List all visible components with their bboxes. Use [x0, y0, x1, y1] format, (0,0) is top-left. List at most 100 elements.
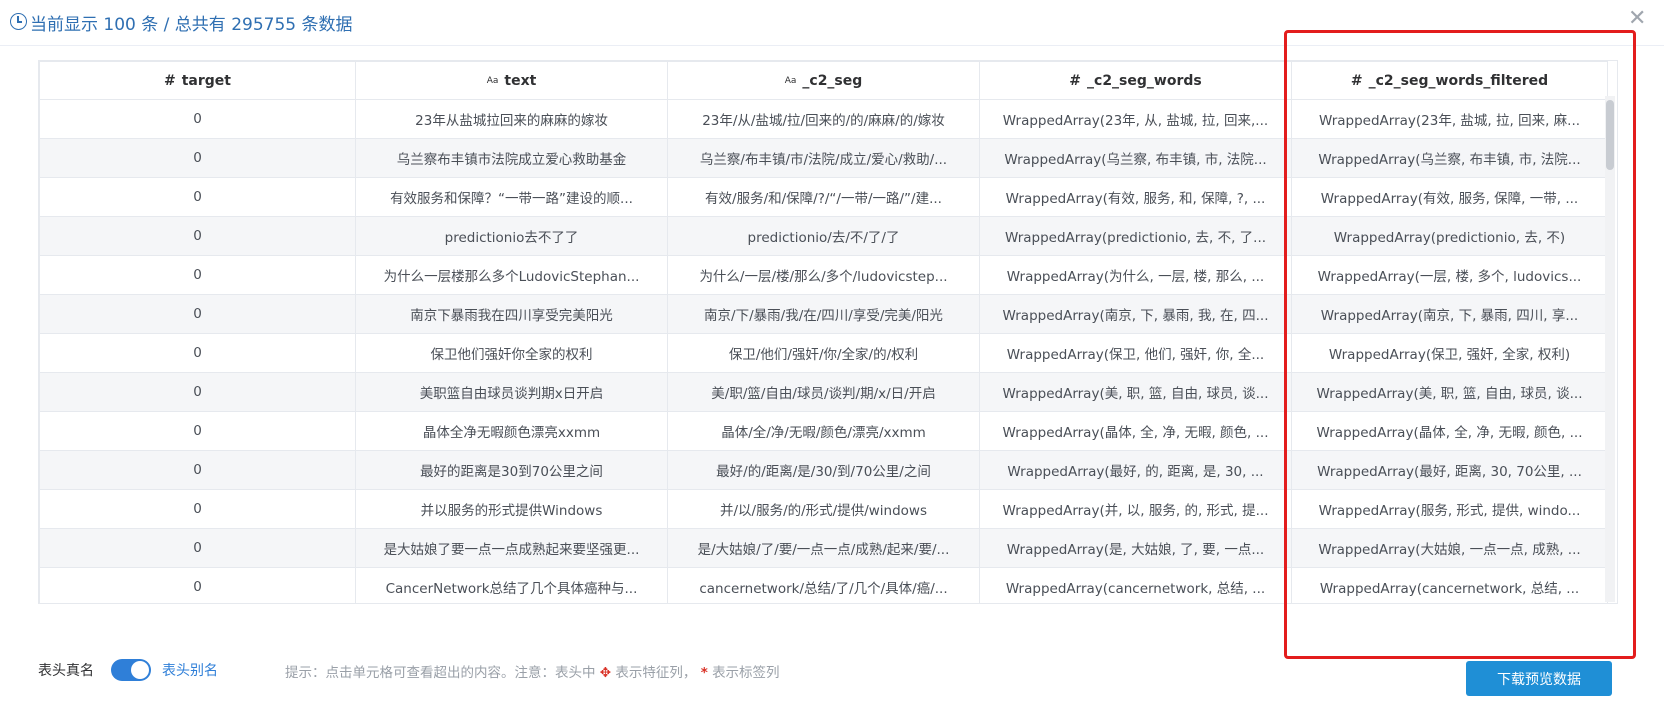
table-body: 0 23年从盐城拉回来的麻麻的嫁妆 23年/从/盐城/拉/回来的/的/麻麻/的/嫁妆…: [39, 99, 1608, 603]
header-name-toggle[interactable]: [111, 659, 151, 681]
table-cell[interactable]: WrappedArray(保卫, 强奸, 全家, 权利): [1291, 333, 1608, 373]
numeric-type-icon: #: [164, 72, 176, 89]
table-cell[interactable]: WrappedArray(有效, 服务, 保障, 一带, ...: [1291, 177, 1608, 217]
column-header-c2-seg-words-filtered[interactable]: # _c2_seg_words_filtered: [1291, 61, 1608, 100]
table-cell[interactable]: 0: [39, 333, 356, 373]
table-cell[interactable]: 0: [39, 528, 356, 568]
table-cell[interactable]: 晶体/全/净/无暇/颜色/漂亮/xxmm: [667, 411, 980, 451]
table-cell[interactable]: WrappedArray(cancernetwork, 总结, ...: [979, 567, 1292, 603]
clock-icon: [10, 13, 27, 30]
table-cell[interactable]: 乌兰察/布丰镇/市/法院/成立/爱心/救助/...: [667, 138, 980, 178]
table-cell[interactable]: WrappedArray(南京, 下, 暴雨, 四川, 享...: [1291, 294, 1608, 334]
table-cell[interactable]: 保卫他们强奸你全家的权利: [355, 333, 668, 373]
table-cell[interactable]: 0: [39, 372, 356, 412]
table-row: 0 南京下暴雨我在四川享受完美阳光 南京/下/暴雨/我/在/四川/享受/完美/阳光 W…: [39, 294, 1608, 334]
table-cell[interactable]: CancerNetwork总结了几个具体癌种与...: [355, 567, 668, 603]
table-cell[interactable]: WrappedArray(23年, 盐城, 拉, 回来, 麻...: [1291, 99, 1608, 139]
table-cell[interactable]: 0: [39, 216, 356, 256]
table-cell[interactable]: WrappedArray(一层, 楼, 多个, ludovics...: [1291, 255, 1608, 295]
table-cell[interactable]: WrappedArray(并, 以, 服务, 的, 形式, 提...: [979, 489, 1292, 529]
table-cell[interactable]: 并以服务的形式提供Windows: [355, 489, 668, 529]
table-cell[interactable]: 有效服务和保障？“一带一路”建设的顺...: [355, 177, 668, 217]
toggle-knob: [131, 661, 149, 679]
preview-table: # target Aa text Aa _c2_seg # _c2_seg_words …: [39, 61, 1608, 603]
table-cell[interactable]: predictionio/去/不/了/了: [667, 216, 980, 256]
table-cell[interactable]: 南京下暴雨我在四川享受完美阳光: [355, 294, 668, 334]
table-cell[interactable]: 有效/服务/和/保障/?/“/一带/一路/”/建...: [667, 177, 980, 217]
table-row: 0 最好的距离是30到70公里之间 最好/的/距离/是/30/到/70公里/之间 Wr…: [39, 450, 1608, 490]
vertical-scrollbar[interactable]: [1605, 96, 1615, 602]
table-row: 0 并以服务的形式提供Windows 并/以/服务/的/形式/提供/windows W…: [39, 489, 1608, 529]
table-row: 0 23年从盐城拉回来的麻麻的嫁妆 23年/从/盐城/拉/回来的/的/麻麻/的/嫁妆…: [39, 99, 1608, 139]
table-cell[interactable]: 0: [39, 255, 356, 295]
table-cell[interactable]: WrappedArray(predictionio, 去, 不, 了...: [979, 216, 1292, 256]
table-cell[interactable]: WrappedArray(晶体, 全, 净, 无暇, 颜色, ...: [979, 411, 1292, 451]
table-cell[interactable]: 0: [39, 450, 356, 490]
table-cell[interactable]: WrappedArray(保卫, 他们, 强奸, 你, 全...: [979, 333, 1292, 373]
table-row: 0 是大姑娘了要一点一点成熟起来要坚强更... 是/大姑娘/了/要/一点一点/成熟/…: [39, 528, 1608, 568]
table-cell[interactable]: WrappedArray(大姑娘, 一点一点, 成熟, ...: [1291, 528, 1608, 568]
preview-table-container[interactable]: # target Aa text Aa _c2_seg # _c2_seg_words …: [38, 60, 1618, 604]
text-type-icon: Aa: [486, 75, 499, 86]
table-cell[interactable]: cancernetwork/总结/了/几个/具体/癌/...: [667, 567, 980, 603]
table-cell[interactable]: 是/大姑娘/了/要/一点一点/成熟/起来/要/...: [667, 528, 980, 568]
column-header-text[interactable]: Aa text: [355, 61, 668, 100]
table-cell[interactable]: 0: [39, 177, 356, 217]
table-cell[interactable]: WrappedArray(23年, 从, 盐城, 拉, 回来,...: [979, 99, 1292, 139]
close-icon[interactable]: ✕: [1628, 8, 1646, 30]
table-cell[interactable]: WrappedArray(美, 职, 篮, 自由, 球员, 谈...: [1291, 372, 1608, 412]
table-cell[interactable]: 0: [39, 411, 356, 451]
header-alias-label[interactable]: 表头别名: [162, 660, 218, 680]
table-cell[interactable]: 0: [39, 567, 356, 603]
header-real-name-label: 表头真名: [38, 663, 94, 679]
download-preview-button[interactable]: 下载预览数据: [1466, 661, 1612, 696]
record-count-title: 当前显示 100 条 / 总共有 295755 条数据: [30, 15, 353, 35]
table-cell[interactable]: 0: [39, 138, 356, 178]
table-cell[interactable]: WrappedArray(服务, 形式, 提供, windo...: [1291, 489, 1608, 529]
table-cell[interactable]: 美/职/篮/自由/球员/谈判/期/x/日/开启: [667, 372, 980, 412]
scrollbar-thumb[interactable]: [1606, 100, 1614, 170]
table-cell[interactable]: 是大姑娘了要一点一点成熟起来要坚强更...: [355, 528, 668, 568]
table-cell[interactable]: 晶体全净无暇颜色漂亮xxmm: [355, 411, 668, 451]
table-cell[interactable]: 0: [39, 489, 356, 529]
table-row: 0 predictionio去不了了 predictionio/去/不/了/了 Wra…: [39, 216, 1608, 256]
table-cell[interactable]: 美职篮自由球员谈判期x日开启: [355, 372, 668, 412]
table-cell[interactable]: WrappedArray(有效, 服务, 和, 保障, ?, ...: [979, 177, 1292, 217]
table-row: 0 晶体全净无暇颜色漂亮xxmm 晶体/全/净/无暇/颜色/漂亮/xxmm Wrapp…: [39, 411, 1608, 451]
hint-text: 提示：点击单元格可查看超出的内容。注意：表头中 ✥ 表示特征列， * 表示标签列: [285, 665, 780, 681]
table-cell[interactable]: 23年/从/盐城/拉/回来的/的/麻麻/的/嫁妆: [667, 99, 980, 139]
table-cell[interactable]: 乌兰察布丰镇市法院成立爱心救助基金: [355, 138, 668, 178]
table-cell[interactable]: WrappedArray(乌兰察, 布丰镇, 市, 法院...: [979, 138, 1292, 178]
table-row: 0 美职篮自由球员谈判期x日开启 美/职/篮/自由/球员/谈判/期/x/日/开启 Wr…: [39, 372, 1608, 412]
table-cell[interactable]: 最好/的/距离/是/30/到/70公里/之间: [667, 450, 980, 490]
table-cell[interactable]: WrappedArray(乌兰察, 布丰镇, 市, 法院...: [1291, 138, 1608, 178]
table-header-row: # target Aa text Aa _c2_seg # _c2_seg_words …: [39, 61, 1608, 100]
table-cell[interactable]: 最好的距离是30到70公里之间: [355, 450, 668, 490]
column-header-target[interactable]: # target: [39, 61, 356, 100]
table-cell[interactable]: 为什么/一层/楼/那么/多个/ludovicstep...: [667, 255, 980, 295]
table-row: 0 保卫他们强奸你全家的权利 保卫/他们/强奸/你/全家/的/权利 WrappedAr…: [39, 333, 1608, 373]
table-cell[interactable]: WrappedArray(南京, 下, 暴雨, 我, 在, 四...: [979, 294, 1292, 334]
table-cell[interactable]: WrappedArray(美, 职, 篮, 自由, 球员, 谈...: [979, 372, 1292, 412]
column-header-c2-seg-words[interactable]: # _c2_seg_words: [979, 61, 1292, 100]
table-cell[interactable]: 0: [39, 99, 356, 139]
table-cell[interactable]: WrappedArray(predictionio, 去, 不): [1291, 216, 1608, 256]
table-cell[interactable]: WrappedArray(是, 大姑娘, 了, 要, 一点...: [979, 528, 1292, 568]
table-cell[interactable]: 0: [39, 294, 356, 334]
table-cell[interactable]: 并/以/服务/的/形式/提供/windows: [667, 489, 980, 529]
table-cell[interactable]: 23年从盐城拉回来的麻麻的嫁妆: [355, 99, 668, 139]
table-cell[interactable]: predictionio去不了了: [355, 216, 668, 256]
table-cell[interactable]: WrappedArray(最好, 距离, 30, 70公里, ...: [1291, 450, 1608, 490]
table-cell[interactable]: WrappedArray(最好, 的, 距离, 是, 30, ...: [979, 450, 1292, 490]
table-row: 0 为什么一层楼那么多个LudovicStephan... 为什么/一层/楼/那么/…: [39, 255, 1608, 295]
text-type-icon: Aa: [784, 75, 797, 86]
table-row: 0 乌兰察布丰镇市法院成立爱心救助基金 乌兰察/布丰镇/市/法院/成立/爱心/救助/…: [39, 138, 1608, 178]
column-header-c2-seg[interactable]: Aa _c2_seg: [667, 61, 980, 100]
table-cell[interactable]: 保卫/他们/强奸/你/全家/的/权利: [667, 333, 980, 373]
table-cell[interactable]: 为什么一层楼那么多个LudovicStephan...: [355, 255, 668, 295]
table-cell[interactable]: WrappedArray(为什么, 一层, 楼, 那么, ...: [979, 255, 1292, 295]
feature-column-icon: ✥: [599, 665, 612, 681]
table-cell[interactable]: WrappedArray(cancernetwork, 总结, ...: [1291, 567, 1608, 603]
table-cell[interactable]: WrappedArray(晶体, 全, 净, 无暇, 颜色, ...: [1291, 411, 1608, 451]
table-cell[interactable]: 南京/下/暴雨/我/在/四川/享受/完美/阳光: [667, 294, 980, 334]
